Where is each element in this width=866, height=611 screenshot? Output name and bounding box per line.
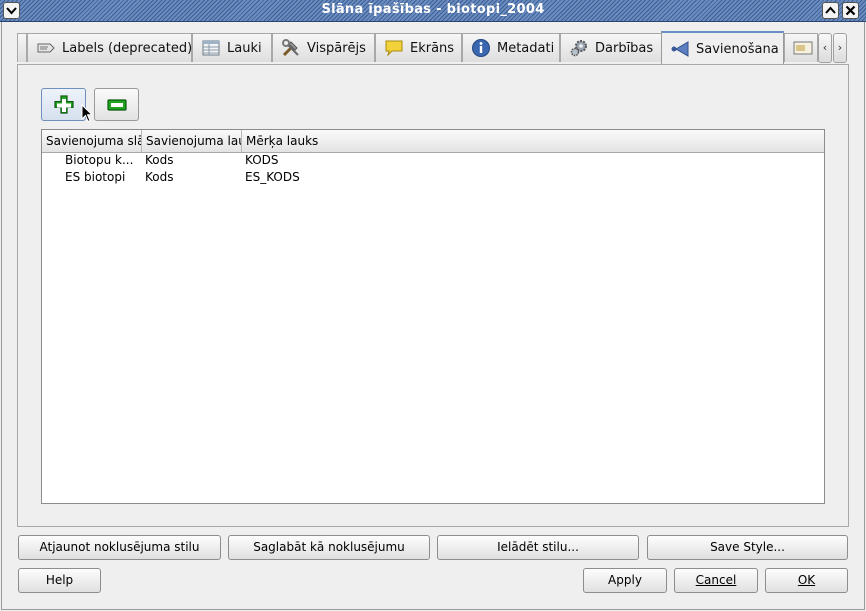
ok-button[interactable]: OK	[765, 568, 848, 593]
tab-label: Savienošana	[696, 41, 779, 57]
tab-lauki[interactable]: Lauki	[192, 33, 272, 62]
cell-join-field: Kods	[145, 153, 174, 167]
tab-scroll-left[interactable]: ‹	[818, 33, 832, 63]
remove-icon	[107, 99, 127, 111]
add-join-button[interactable]	[41, 88, 86, 121]
close-icon	[845, 5, 856, 16]
cell-join-layer: Biotopu k...	[65, 153, 134, 167]
tools-icon	[282, 39, 299, 57]
overview-icon	[793, 41, 813, 55]
column-header-join-layer[interactable]: Savienojuma slāni	[42, 130, 142, 152]
save-style-button[interactable]: Save Style...	[647, 535, 848, 560]
restore-default-style-button[interactable]: Atjaunot noklusējuma stilu	[18, 535, 221, 560]
help-button[interactable]: Help	[18, 568, 101, 593]
labels-icon	[37, 43, 55, 53]
chevron-left-icon: ‹	[822, 41, 828, 54]
mouse-cursor-icon	[81, 104, 93, 123]
table-icon	[202, 40, 220, 56]
cell-join-layer: ES biotopi	[65, 170, 126, 184]
tab-label: Darbības	[595, 40, 654, 56]
tab-label: Labels (deprecated)	[62, 40, 193, 56]
tab-labels-deprecated[interactable]: Labels (deprecated)	[27, 33, 192, 62]
cell-target-field: ES_KODS	[245, 170, 300, 184]
cell-join-field: Kods	[145, 170, 174, 184]
title-bar[interactable]: Slāna īpašības - biotopi_2004	[0, 0, 866, 22]
tab-label: Vispārējs	[307, 40, 366, 56]
chevron-up-icon	[825, 6, 836, 14]
speech-bubble-icon	[385, 40, 403, 57]
tab-metadati[interactable]: Metadati	[462, 33, 560, 62]
maximize-button[interactable]	[822, 2, 839, 19]
load-style-button[interactable]: Ielādēt stilu...	[437, 535, 639, 560]
tab-savienosana[interactable]: Savienošana	[661, 31, 784, 65]
cell-target-field: KODS	[245, 153, 279, 167]
joins-table[interactable]: Savienojuma slāni Savienojuma lauks Mērķ…	[41, 129, 825, 504]
tab-scroll-right[interactable]: ›	[833, 33, 847, 63]
column-header-target-field[interactable]: Mērķa lauks	[242, 130, 824, 152]
tab-visparejs[interactable]: Vispārējs	[272, 33, 375, 62]
info-icon	[472, 39, 490, 57]
gears-icon	[570, 40, 587, 57]
tab-label: Lauki	[227, 40, 262, 56]
join-icon	[671, 41, 689, 57]
chevron-right-icon: ›	[837, 41, 843, 54]
tab-ekrans[interactable]: Ekrāns	[375, 33, 462, 62]
window-title: Slāna īpašības - biotopi_2004	[321, 2, 545, 17]
tab-label: Ekrāns	[410, 40, 455, 56]
apply-button[interactable]: Apply	[583, 568, 667, 593]
table-header: Savienojuma slāni Savienojuma lauks Mērķ…	[42, 130, 824, 153]
save-as-default-button[interactable]: Saglabāt kā noklusējumu	[228, 535, 430, 560]
remove-join-button[interactable]	[94, 88, 139, 121]
tab-edge	[17, 33, 27, 62]
add-icon	[54, 95, 74, 114]
close-button[interactable]	[842, 2, 859, 19]
tab-darbibas[interactable]: Darbības	[560, 33, 662, 62]
tab-label: Metadati	[497, 40, 555, 56]
column-header-join-field[interactable]: Savienojuma lauks	[142, 130, 242, 152]
cancel-button[interactable]: Cancel	[674, 568, 758, 593]
tab-overflow[interactable]	[784, 33, 818, 62]
